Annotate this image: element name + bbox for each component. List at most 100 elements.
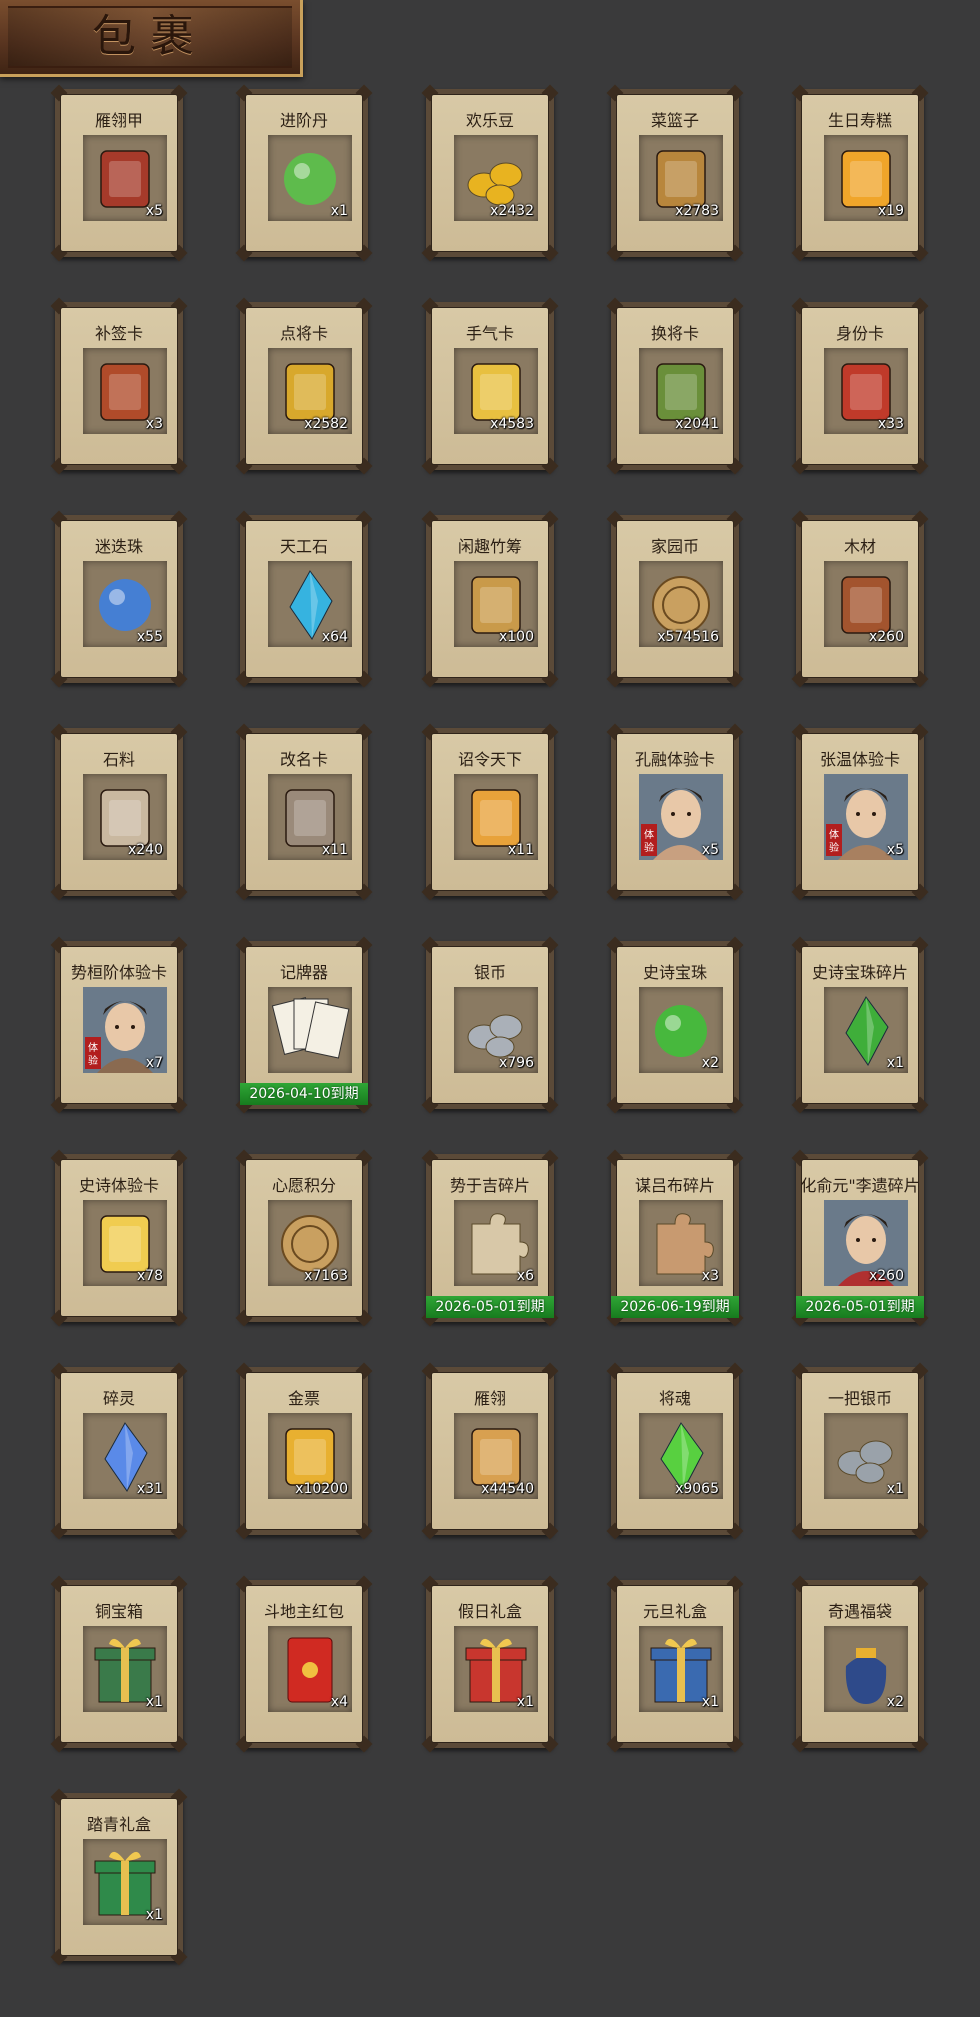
svg-text:验: 验 bbox=[88, 1054, 98, 1067]
item-card[interactable]: 木材 x260 bbox=[791, 510, 929, 688]
item-card-paper: 天工石 x64 bbox=[245, 520, 363, 678]
item-icon-frame: x9065 bbox=[639, 1413, 723, 1499]
item-card[interactable]: 生日寿糕 x19 bbox=[791, 84, 929, 262]
item-card[interactable]: 家园币 x574516 bbox=[606, 510, 744, 688]
item-card-paper: 身份卡 x33 bbox=[801, 307, 919, 465]
item-card[interactable]: 一把银币 x1 bbox=[791, 1362, 929, 1540]
item-card[interactable]: 将魂 x9065 bbox=[606, 1362, 744, 1540]
item-icon-frame: x240 bbox=[83, 774, 167, 860]
item-card[interactable]: 史诗宝珠碎片 x1 bbox=[791, 936, 929, 1114]
item-name: 家园币 bbox=[650, 537, 699, 556]
item-count: x1 bbox=[886, 1481, 904, 1497]
item-card[interactable]: 史诗体验卡 x78 bbox=[50, 1149, 188, 1327]
item-icon-frame: x78 bbox=[83, 1200, 167, 1286]
item-card[interactable]: 补签卡 x3 bbox=[50, 297, 188, 475]
item-name: 菜篮子 bbox=[650, 111, 699, 130]
item-count: x19 bbox=[877, 203, 904, 219]
item-name: 史诗宝珠 bbox=[642, 963, 707, 982]
item-card-paper: 菜篮子 x2783 bbox=[616, 94, 734, 252]
item-icon-frame: x7163 bbox=[268, 1200, 352, 1286]
item-card[interactable]: 雁翎甲 x5 bbox=[50, 84, 188, 262]
item-card[interactable]: 势于吉碎片 x6 2026-05-01到期 bbox=[421, 1149, 559, 1327]
item-card-paper: 雁翎甲 x5 bbox=[60, 94, 178, 252]
item-icon-frame: x1 bbox=[83, 1839, 167, 1925]
item-icon-frame: x11 bbox=[454, 774, 538, 860]
item-count: x7 bbox=[145, 1055, 163, 1071]
item-count: x4583 bbox=[490, 416, 534, 432]
item-name: 一把银币 bbox=[827, 1389, 892, 1408]
item-icon-frame: x100 bbox=[454, 561, 538, 647]
item-card[interactable]: 欢乐豆 x2432 bbox=[421, 84, 559, 262]
item-card[interactable]: 石料 x240 bbox=[50, 723, 188, 901]
item-count: x2 bbox=[701, 1055, 719, 1071]
item-card-paper: 奇遇福袋 x2 bbox=[801, 1585, 919, 1743]
item-card[interactable]: 斗地主红包 x4 bbox=[235, 1575, 373, 1753]
item-card[interactable]: 化俞元"李遗碎片 x260 2026-05-01到期 bbox=[791, 1149, 929, 1327]
item-card-paper: 铜宝箱 x1 bbox=[60, 1585, 178, 1743]
item-card[interactable]: 天工石 x64 bbox=[235, 510, 373, 688]
item-card[interactable]: 点将卡 x2582 bbox=[235, 297, 373, 475]
item-count: x260 bbox=[868, 1268, 904, 1284]
item-count: x1 bbox=[330, 203, 348, 219]
item-name: 身份卡 bbox=[835, 324, 884, 343]
item-card[interactable]: 诏令天下 x11 bbox=[421, 723, 559, 901]
item-card-paper: 木材 x260 bbox=[801, 520, 919, 678]
item-count: x31 bbox=[136, 1481, 163, 1497]
item-card[interactable]: 闲趣竹筹 x100 bbox=[421, 510, 559, 688]
item-card-paper: 斗地主红包 x4 bbox=[245, 1585, 363, 1743]
item-card[interactable]: 手气卡 x4583 bbox=[421, 297, 559, 475]
item-card-paper: 孔融体验卡 体验 x5 bbox=[616, 733, 734, 891]
item-icon-frame: x31 bbox=[83, 1413, 167, 1499]
item-icon-frame: x19 bbox=[824, 135, 908, 221]
inventory-title-bar: 包裹 bbox=[0, 0, 303, 77]
item-card[interactable]: 碎灵 x31 bbox=[50, 1362, 188, 1540]
item-count: x1 bbox=[145, 1694, 163, 1710]
item-icon-frame: x260 bbox=[824, 561, 908, 647]
item-count: x796 bbox=[498, 1055, 534, 1071]
item-count: x33 bbox=[877, 416, 904, 432]
item-count: x7163 bbox=[304, 1268, 348, 1284]
item-icon-frame: x3 bbox=[639, 1200, 723, 1286]
item-card[interactable]: 踏青礼盒 x1 bbox=[50, 1788, 188, 1966]
item-card[interactable]: 张温体验卡 体验 x5 bbox=[791, 723, 929, 901]
item-card[interactable]: 元旦礼盒 x1 bbox=[606, 1575, 744, 1753]
item-card[interactable]: 银币 x796 bbox=[421, 936, 559, 1114]
item-card[interactable]: 菜篮子 x2783 bbox=[606, 84, 744, 262]
item-card-paper: 史诗宝珠碎片 x1 bbox=[801, 946, 919, 1104]
item-card[interactable]: 身份卡 x33 bbox=[791, 297, 929, 475]
item-card-paper: 家园币 x574516 bbox=[616, 520, 734, 678]
item-count: x574516 bbox=[657, 629, 719, 645]
item-card-paper: 将魂 x9065 bbox=[616, 1372, 734, 1530]
item-card[interactable]: 换将卡 x2041 bbox=[606, 297, 744, 475]
item-card[interactable]: 金票 x10200 bbox=[235, 1362, 373, 1540]
item-card[interactable]: 心愿积分 x7163 bbox=[235, 1149, 373, 1327]
item-count: x2582 bbox=[304, 416, 348, 432]
item-card[interactable]: 迷迭珠 x55 bbox=[50, 510, 188, 688]
item-count: x260 bbox=[868, 629, 904, 645]
item-card[interactable]: 假日礼盒 x1 bbox=[421, 1575, 559, 1753]
item-card[interactable]: 改名卡 x11 bbox=[235, 723, 373, 901]
item-card-paper: 碎灵 x31 bbox=[60, 1372, 178, 1530]
item-card-paper: 谋吕布碎片 x3 2026-06-19到期 bbox=[611, 1159, 739, 1318]
item-count: x9065 bbox=[675, 1481, 719, 1497]
item-card[interactable]: 史诗宝珠 x2 bbox=[606, 936, 744, 1114]
item-name: 史诗体验卡 bbox=[78, 1176, 159, 1195]
item-card[interactable]: 孔融体验卡 体验 x5 bbox=[606, 723, 744, 901]
item-card[interactable]: 势桓阶体验卡 体验 x7 bbox=[50, 936, 188, 1114]
item-icon-frame: 体验 x5 bbox=[824, 774, 908, 860]
item-count: x1 bbox=[516, 1694, 534, 1710]
item-card-paper: 闲趣竹筹 x100 bbox=[431, 520, 549, 678]
item-card[interactable]: 铜宝箱 x1 bbox=[50, 1575, 188, 1753]
svg-text:验: 验 bbox=[829, 841, 839, 854]
item-card[interactable]: 谋吕布碎片 x3 2026-06-19到期 bbox=[606, 1149, 744, 1327]
item-card[interactable]: 雁翎 x44540 bbox=[421, 1362, 559, 1540]
item-icon-frame: x2582 bbox=[268, 348, 352, 434]
item-card[interactable]: 进阶丹 x1 bbox=[235, 84, 373, 262]
item-name: 记牌器 bbox=[279, 963, 328, 982]
expiry-badge: 2026-04-10到期 bbox=[240, 1083, 368, 1105]
item-card[interactable]: 奇遇福袋 x2 bbox=[791, 1575, 929, 1753]
item-card[interactable]: 记牌器 2026-04-10到期 bbox=[235, 936, 373, 1114]
item-icon-frame: x2432 bbox=[454, 135, 538, 221]
item-icon-frame: x4 bbox=[268, 1626, 352, 1712]
item-card-paper: 手气卡 x4583 bbox=[431, 307, 549, 465]
